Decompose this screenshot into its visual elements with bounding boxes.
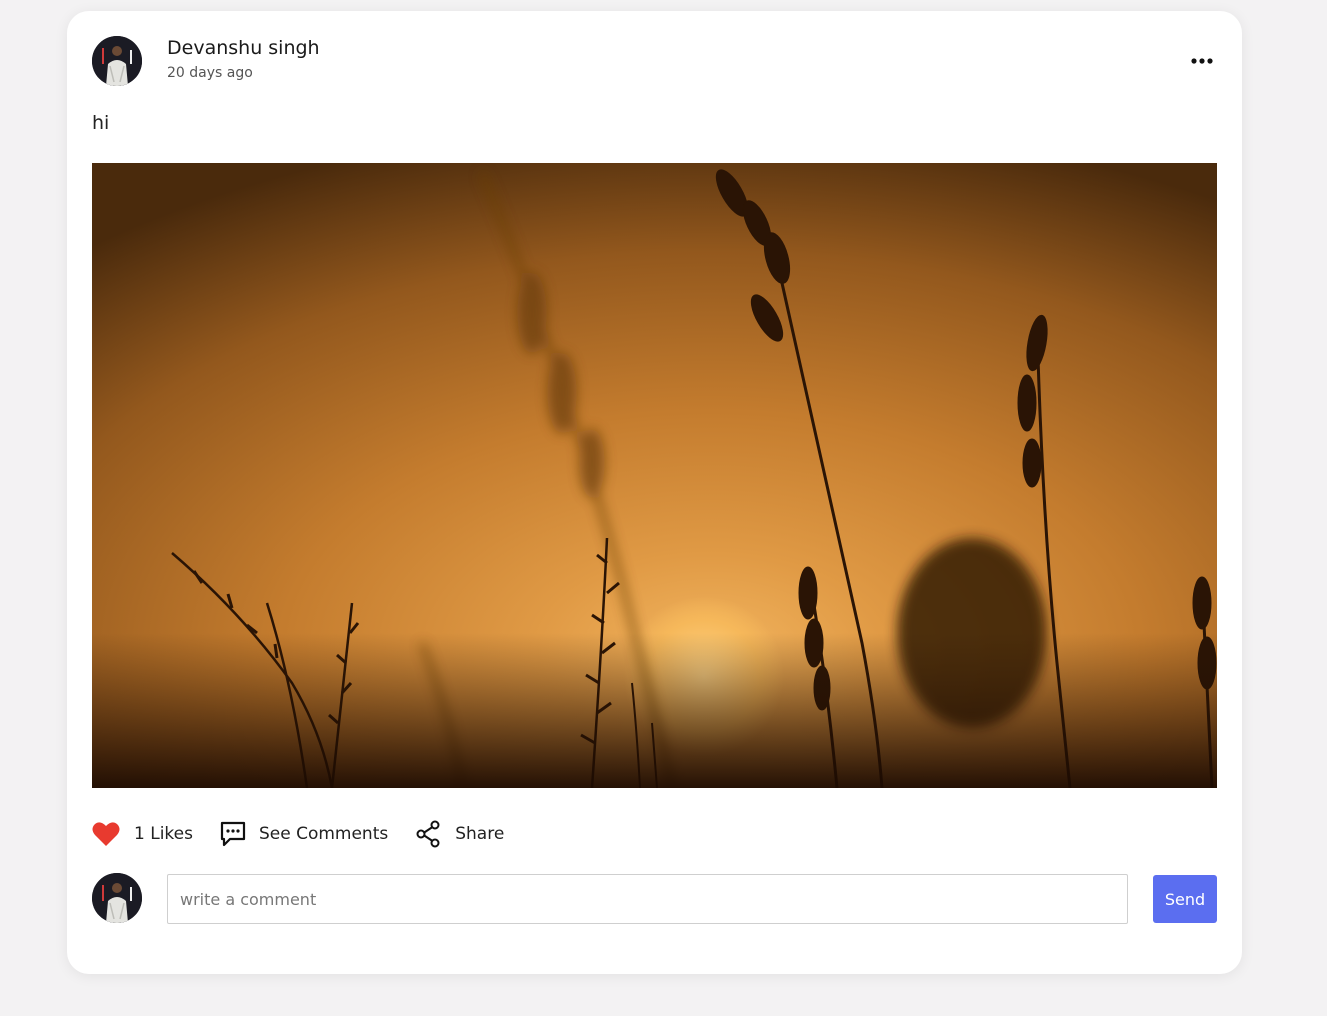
likes-count: 1 Likes [134,824,193,844]
sunset-grass-photo [92,163,1217,788]
share-button[interactable]: Share [415,820,504,848]
heart-icon [92,821,120,847]
more-horizontal-icon [1191,58,1213,64]
more-options-button[interactable] [1184,49,1218,73]
see-comments-button[interactable]: See Comments [219,820,388,848]
share-label: Share [455,824,505,844]
author-avatar[interactable] [92,36,142,86]
share-icon [415,820,441,848]
post-image[interactable] [92,163,1217,788]
post-card: Devanshu singh 20 days ago hi 1 Likes Se… [67,11,1242,974]
commenter-avatar [92,873,142,923]
comment-input[interactable] [167,874,1128,924]
post-text: hi [92,112,110,134]
author-name[interactable]: Devanshu singh [167,37,320,59]
comment-icon [219,820,247,848]
send-button[interactable]: Send [1153,875,1217,923]
see-comments-label: See Comments [258,824,389,844]
post-actions: 1 Likes See Comments Share [92,817,504,851]
like-button[interactable]: 1 Likes [92,821,193,847]
post-timestamp: 20 days ago [167,65,253,81]
